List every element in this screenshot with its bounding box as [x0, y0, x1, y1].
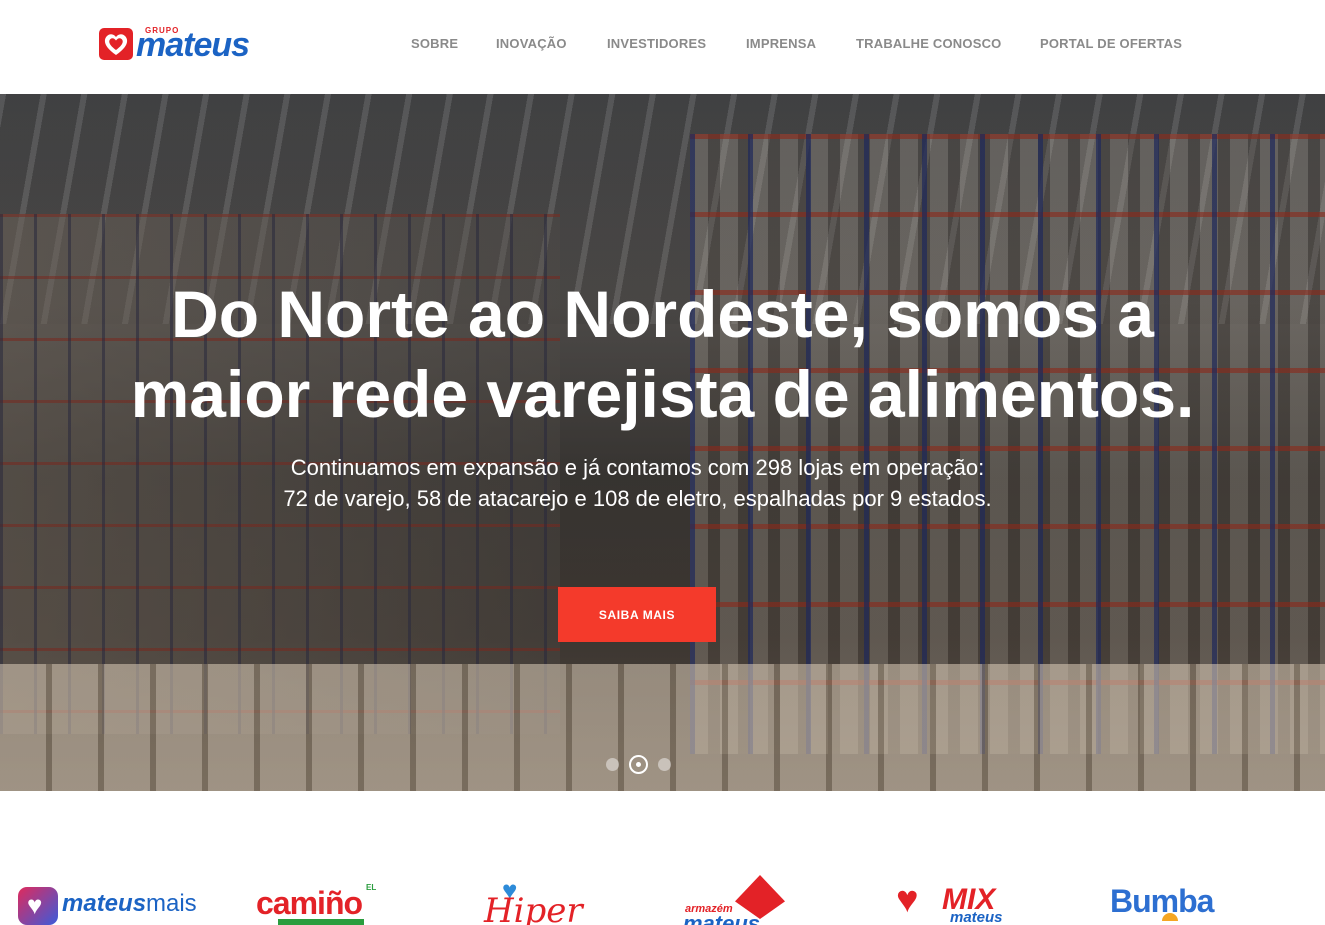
slider-dot-2-active[interactable]: [629, 755, 648, 774]
armazem-mateus-word: mateus: [683, 911, 761, 925]
hero-background-racks-right: [690, 134, 1325, 754]
nav-trabalhe-conosco[interactable]: TRABALHE CONOSCO: [856, 36, 1001, 51]
nav-portal-de-ofertas[interactable]: PORTAL DE OFERTAS: [1040, 36, 1182, 51]
brands-strip: mateus mais EL camiño ♥ Hiper armazém ma…: [0, 791, 1325, 925]
camino-green-bar: [278, 919, 364, 925]
site-header: GRUPO mateus SOBRE INOVAÇÃO INVESTIDORES…: [0, 0, 1325, 94]
nav-imprensa[interactable]: IMPRENSA: [746, 36, 816, 51]
hero-subtitle-line-1: Continuamos em expansão e já contamos co…: [290, 455, 985, 480]
mateus-mais-word-2: mais: [146, 890, 197, 917]
brand-camino-logo[interactable]: EL camiño: [256, 883, 386, 925]
bumba-word: Bumba: [1110, 883, 1214, 919]
hero-title-line-2: maior rede varejista de alimentos.: [130, 357, 1195, 431]
mateus-mais-word-1: mateus: [62, 890, 147, 917]
brand-mix-mateus-logo[interactable]: ♥ MIX mateus: [896, 881, 1026, 925]
brand-hiper-logo[interactable]: ♥ Hiper: [480, 877, 590, 925]
camino-word: camiño: [256, 885, 363, 921]
nav-investidores[interactable]: INVESTIDORES: [607, 36, 706, 51]
slider-pagination: [606, 754, 676, 774]
brand-mateus-mais-logo[interactable]: mateus mais: [18, 887, 198, 925]
slider-dot-1[interactable]: [606, 758, 619, 771]
camino-prefix: EL: [366, 883, 377, 892]
nav-inovacao[interactable]: INOVAÇÃO: [496, 36, 567, 51]
saiba-mais-button[interactable]: SAIBA MAIS: [558, 587, 716, 642]
main-nav: SOBRE INOVAÇÃO INVESTIDORES IMPRENSA TRA…: [0, 36, 1325, 52]
hero-slider: Do Norte ao Nordeste, somos a maior rede…: [0, 94, 1325, 791]
nav-sobre[interactable]: SOBRE: [411, 36, 458, 51]
hero-title-line-1: Do Norte ao Nordeste, somos a: [171, 277, 1154, 351]
hero-subtitle: Continuamos em expansão e já contamos co…: [0, 452, 1275, 514]
slider-dot-3[interactable]: [658, 758, 671, 771]
hero-title: Do Norte ao Nordeste, somos a maior rede…: [0, 274, 1325, 434]
mix-heart-icon: ♥: [896, 879, 919, 921]
brand-bumba-logo[interactable]: Bumba: [1110, 883, 1240, 925]
mateus-mais-app-icon: [18, 887, 58, 925]
brand-armazem-mateus-logo[interactable]: armazém mateus: [683, 875, 813, 925]
mix-mateus-word: mateus: [950, 909, 1003, 925]
hiper-word: Hiper: [484, 891, 583, 925]
hero-subtitle-line-2: 72 de varejo, 58 de atacarejo e 108 de e…: [283, 486, 992, 511]
